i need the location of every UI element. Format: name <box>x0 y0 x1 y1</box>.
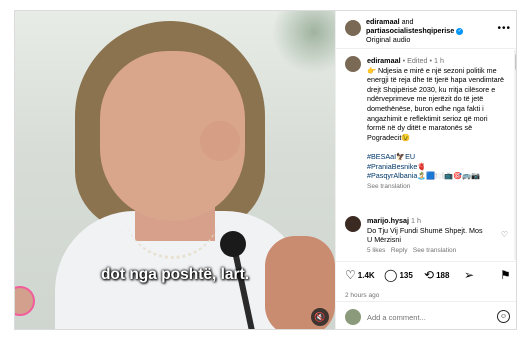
see-translation-link[interactable]: See translation <box>413 247 456 254</box>
emoji-icon[interactable]: ☺ <box>497 310 510 323</box>
comment-icon[interactable]: ◯ <box>384 268 397 282</box>
caption-text: 👉 Ndjesia e mirë e një sezoni politik me… <box>367 65 505 142</box>
comment-likes[interactable]: 5 likes <box>367 247 385 254</box>
hashtag[interactable]: #PraniaBesnike🫀 <box>367 162 426 171</box>
post-modal: dot nga poshtë, lart. 🔇 ediramaal and pa… <box>14 10 517 330</box>
speaker-muted-icon[interactable]: 🔇 <box>311 308 329 326</box>
comment-input[interactable] <box>367 310 477 324</box>
caption-age: 1 h <box>433 56 444 65</box>
post-time[interactable]: 2 hours ago <box>345 292 379 299</box>
more-horizontal-icon[interactable]: ••• <box>497 23 511 34</box>
microphone <box>220 231 246 257</box>
audio-label[interactable]: Original audio <box>366 35 410 44</box>
video-player[interactable]: dot nga poshtë, lart. 🔇 <box>15 11 335 329</box>
video-caption: dot nga poshtë, lart. <box>100 266 250 283</box>
share-icon[interactable]: ➢ <box>464 268 474 282</box>
like-count[interactable]: 1.4K <box>358 271 375 280</box>
scrollbar[interactable] <box>514 50 516 260</box>
caption-username[interactable]: ediramaal <box>367 56 401 65</box>
post-header: ediramaal and partiasocialisteshqiperise… <box>336 11 516 49</box>
author-username[interactable]: ediramaal <box>366 17 400 26</box>
post-actions: ♡ 1.4K ◯ 135 ⟲ 188 ➢ ⚑ 2 hours ago <box>336 261 516 301</box>
comments-scroll[interactable]: ediramaal • Edited • 1 h 👉 Ndjesia e mir… <box>336 50 516 260</box>
comment-username[interactable]: marijo.hysaj <box>367 216 409 225</box>
post-side-panel: ediramaal and partiasocialisteshqiperise… <box>335 11 516 329</box>
add-comment-bar: ☺ <box>336 301 516 329</box>
reply-button[interactable]: Reply <box>391 247 408 254</box>
verified-icon: ✓ <box>456 27 464 35</box>
creator-avatar[interactable] <box>15 286 35 316</box>
repost-count[interactable]: 188 <box>436 271 449 280</box>
hashtag[interactable]: #BESAaI🦅EU <box>367 152 415 161</box>
repost-icon[interactable]: ⟲ <box>424 268 434 282</box>
hashtag[interactable]: #PasqyrAlbania🏝️🟦🍽️📺🎯🚌📷 <box>367 171 480 180</box>
see-translation-link[interactable]: See translation <box>367 183 410 190</box>
avatar[interactable] <box>345 216 361 232</box>
avatar[interactable] <box>345 56 361 72</box>
comment-count[interactable]: 135 <box>399 271 412 280</box>
comment-age: 1 h <box>410 216 421 225</box>
heart-icon[interactable]: ♡ <box>345 268 356 282</box>
collaborator-username[interactable]: partiasocialisteshqiperise <box>366 26 454 35</box>
bookmark-icon[interactable]: ⚑ <box>500 268 511 282</box>
avatar <box>345 309 361 325</box>
edited-label: Edited <box>407 56 428 65</box>
comment-text: Do Tju Vij Fundi Shumë Shpejt. Mos U Mër… <box>367 225 483 245</box>
heart-outline-icon[interactable]: ♡ <box>501 230 508 240</box>
avatar[interactable] <box>345 20 361 36</box>
and-text: and <box>401 17 414 26</box>
